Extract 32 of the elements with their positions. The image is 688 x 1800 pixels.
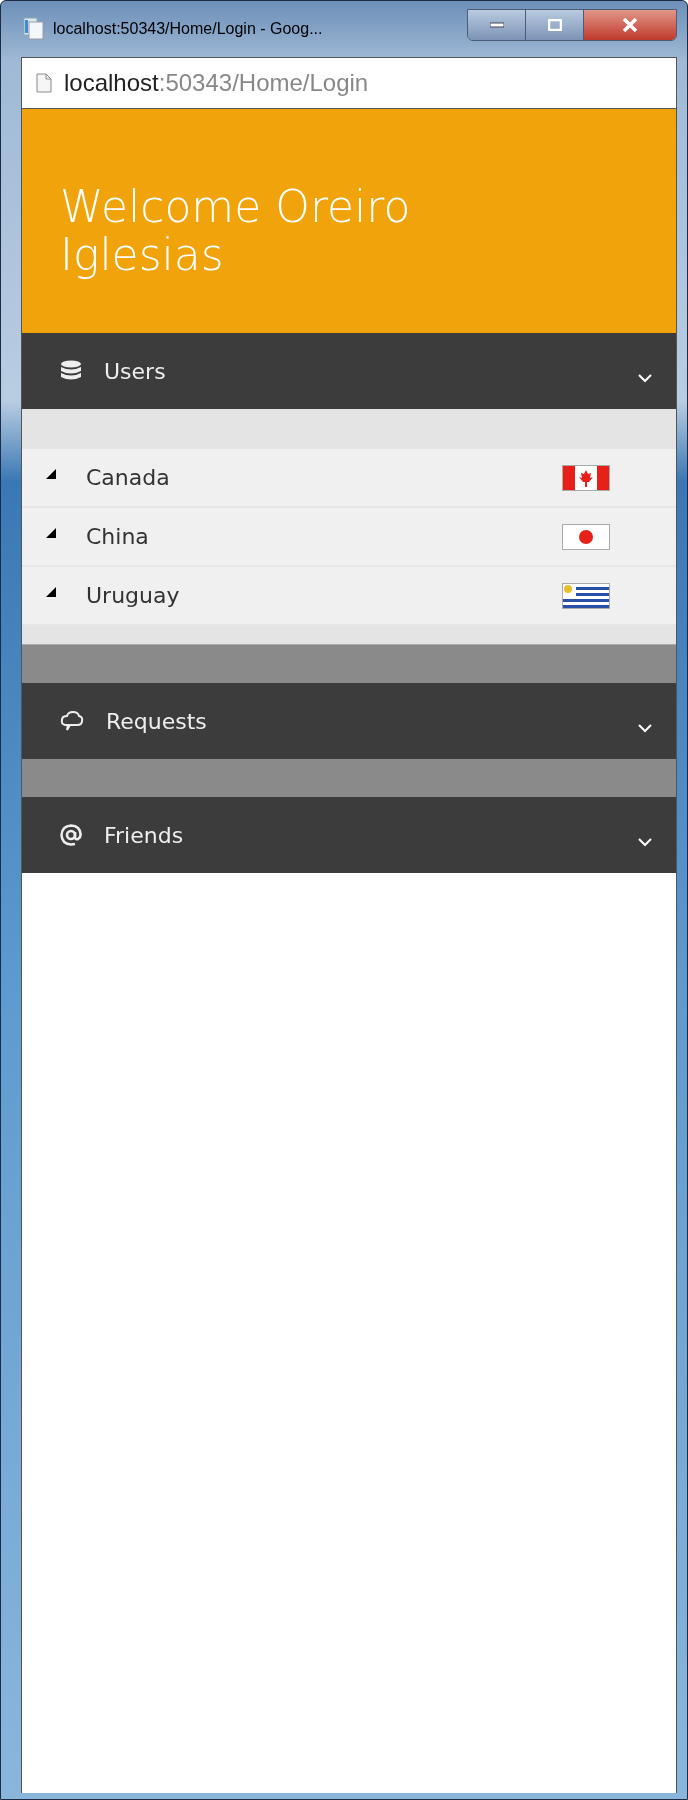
address-bar[interactable]: localhost:50343/Home/Login (21, 57, 677, 109)
flag-icon (562, 582, 610, 609)
flag-icon (562, 464, 610, 491)
country-name: China (86, 524, 150, 549)
close-button[interactable] (584, 10, 676, 40)
country-name: Uruguay (86, 583, 181, 608)
section-header[interactable]: Requests (22, 683, 676, 759)
minimize-button[interactable] (468, 10, 526, 40)
database-icon (60, 360, 82, 382)
section-header[interactable]: Friends (22, 797, 676, 873)
close-icon (622, 18, 638, 32)
chevron-down-icon (638, 723, 652, 733)
page-icon (36, 73, 52, 93)
flag-icon (562, 523, 610, 550)
maximize-icon (547, 19, 562, 31)
chat-cloud-icon (60, 710, 84, 732)
window-title: localhost:50343/Home/Login - Goog... (53, 20, 323, 38)
url-text: localhost:50343/Home/Login (64, 69, 369, 97)
section-header[interactable]: Users (22, 333, 676, 409)
triangle-icon (46, 528, 56, 538)
chevron-down-icon (638, 373, 652, 383)
welcome-title: Welcome Oreiro Iglesias (60, 180, 412, 279)
triangle-icon (46, 587, 56, 597)
country-name: Canada (86, 465, 171, 490)
triangle-icon (46, 469, 56, 479)
country-row[interactable]: Canada (22, 449, 676, 508)
at-sign-icon (60, 824, 82, 846)
country-row[interactable]: China (22, 508, 676, 567)
document-icon (23, 17, 45, 41)
minimize-icon (489, 22, 504, 28)
chevron-down-icon (638, 837, 652, 847)
maximize-button[interactable] (526, 10, 584, 40)
